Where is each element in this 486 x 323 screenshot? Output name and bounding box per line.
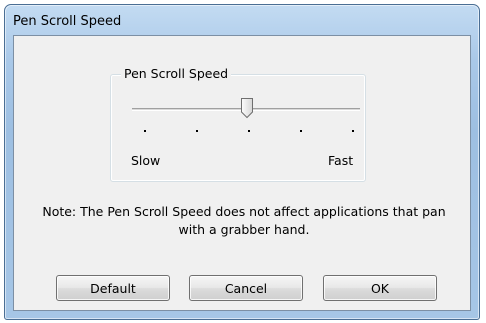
title-bar[interactable]: Pen Scroll Speed (5, 5, 479, 35)
slider-min-label: Slow (131, 153, 161, 168)
ok-button[interactable]: OK (323, 275, 437, 301)
slider-tick (144, 130, 146, 132)
dialog-body: Pen Scroll Speed Slow Fast Note: The Pen… (13, 35, 471, 311)
cancel-button[interactable]: Cancel (189, 275, 303, 301)
slider-tick (196, 130, 198, 132)
scroll-speed-group: Pen Scroll Speed Slow Fast (110, 66, 366, 182)
slider-tick (352, 130, 354, 132)
window-title: Pen Scroll Speed (13, 14, 122, 29)
dialog-window: Pen Scroll Speed Pen Scroll Speed Slow F… (4, 4, 480, 320)
group-label: Pen Scroll Speed (121, 66, 232, 81)
slider-tick (300, 130, 302, 132)
slider-thumb-icon[interactable] (240, 97, 254, 119)
note-text: Note: The Pen Scroll Speed does not affe… (42, 204, 446, 237)
default-button[interactable]: Default (56, 275, 170, 301)
slider-tick (248, 130, 250, 132)
slider-max-label: Fast (328, 153, 354, 168)
